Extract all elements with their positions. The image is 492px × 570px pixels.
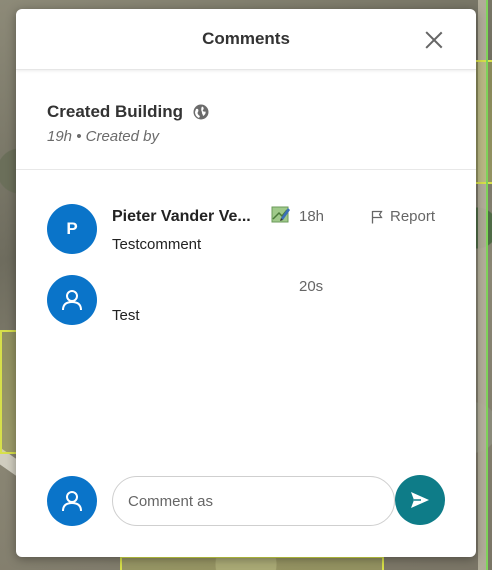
user-icon xyxy=(62,491,82,512)
map-edit-icon xyxy=(271,206,290,223)
comment-author[interactable]: Pieter Vander Ve... xyxy=(112,208,251,226)
panel-title: Comments xyxy=(202,29,290,48)
comment-text: Testcomment xyxy=(112,236,202,253)
globe-icon xyxy=(193,104,209,120)
comment-time: 20s xyxy=(299,278,324,295)
comment-list: P Pieter Vander Ve... 18h Report Testcom… xyxy=(16,170,476,440)
user-icon xyxy=(62,290,82,311)
post-meta: 19h • Created by xyxy=(47,128,159,145)
flag-icon xyxy=(371,210,383,223)
post-title-row: Created Building xyxy=(47,102,445,122)
comment-composer xyxy=(47,475,447,527)
report-label: Report xyxy=(390,208,436,225)
comments-panel: Comments Created Building 19h • Created … xyxy=(16,9,476,557)
panel-header: Comments xyxy=(16,9,476,70)
map-boundary-line xyxy=(486,0,488,570)
comment-text: Test xyxy=(112,307,140,324)
post-summary: Created Building 19h • Created by xyxy=(16,70,476,170)
send-button[interactable] xyxy=(395,475,445,525)
post-title: Created Building xyxy=(47,102,184,121)
avatar[interactable]: P xyxy=(47,204,97,254)
report-button[interactable]: Report xyxy=(371,208,435,225)
comment-time: 18h xyxy=(299,208,325,225)
send-icon xyxy=(411,492,429,508)
comment-input[interactable] xyxy=(112,476,395,526)
map-building-outline xyxy=(120,556,384,570)
close-icon[interactable] xyxy=(422,29,446,51)
avatar[interactable] xyxy=(47,275,97,325)
avatar xyxy=(47,476,97,526)
